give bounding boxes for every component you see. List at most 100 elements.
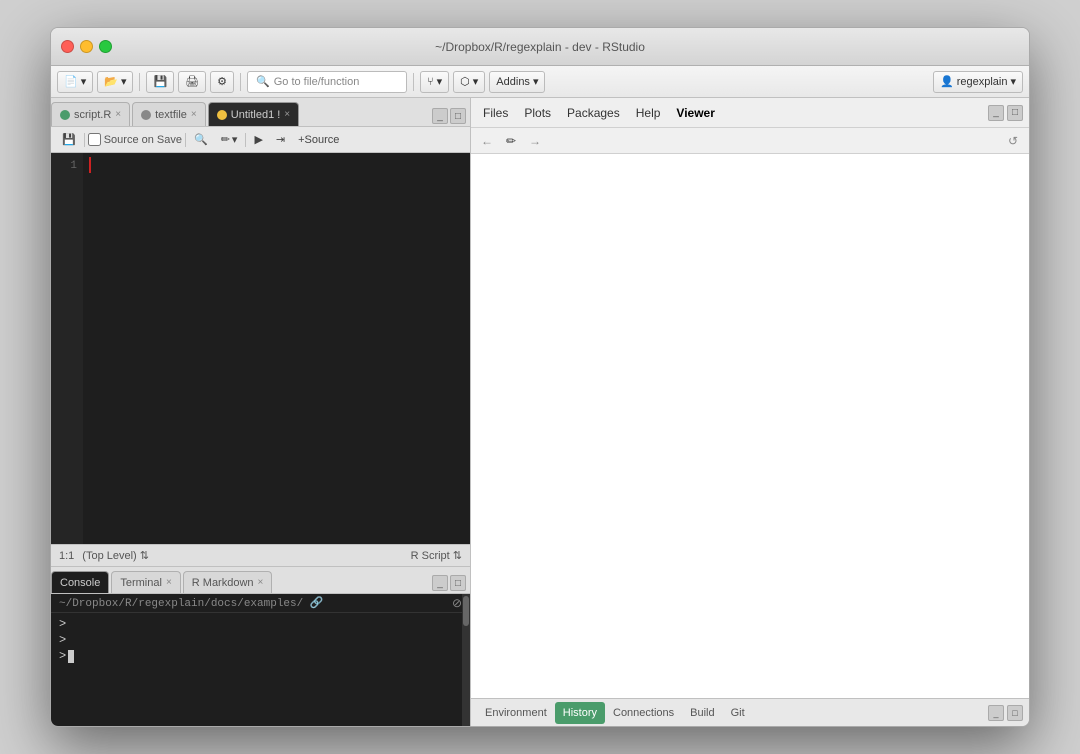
console-path-text[interactable]: ~/Dropbox/R/regexplain/docs/examples/ — [59, 598, 303, 610]
tab-console[interactable]: Console — [51, 571, 109, 593]
console-clear-button[interactable]: ⊘ — [452, 596, 462, 610]
console-minimize-button[interactable]: _ — [432, 575, 448, 591]
open-file-button[interactable]: 📂 ▾ — [97, 71, 133, 93]
tab-close-textfile[interactable]: × — [191, 110, 197, 120]
open-file-icon: 📂 — [104, 75, 118, 88]
addins-button[interactable]: Addins ▾ — [489, 71, 545, 93]
tab-untitled1[interactable]: Untitled1 ! × — [208, 102, 299, 126]
code-tools-button[interactable]: ✏ ▾ — [216, 130, 243, 150]
tab-close-script-r[interactable]: × — [115, 110, 121, 120]
console-prompt-2: > — [59, 633, 462, 647]
tab-close-untitled1[interactable]: × — [284, 110, 290, 120]
code-tools-arrow: ▾ — [232, 133, 238, 146]
git-button[interactable]: ⑂ ▾ — [420, 71, 449, 93]
right-pane-expand-button[interactable]: □ — [1007, 105, 1023, 121]
find-button[interactable]: 🔍 — [189, 130, 213, 150]
minimize-button[interactable] — [80, 40, 93, 53]
find-icon: 🔍 — [194, 133, 208, 146]
profile-button[interactable]: 👤 regexplain ▾ — [933, 71, 1023, 93]
tab-history-label: History — [563, 707, 597, 719]
source-on-save-container: Source on Save — [88, 133, 182, 146]
tab-close-rmarkdown[interactable]: × — [258, 578, 264, 588]
code-content[interactable] — [83, 153, 470, 544]
code-tools-icon: ✏ — [221, 133, 230, 146]
save-button[interactable]: 💾 — [146, 71, 174, 93]
tab-close-terminal[interactable]: × — [166, 578, 172, 588]
tab-script-r[interactable]: script.R × — [51, 102, 130, 126]
goto-search-icon: 🔍 — [256, 75, 270, 88]
viewer-edit-button[interactable]: ✏ — [501, 131, 521, 151]
tab-git[interactable]: Git — [723, 702, 753, 724]
source-on-save-checkbox[interactable] — [88, 133, 101, 146]
git-arrow: ▾ — [437, 75, 443, 88]
console-content[interactable]: ~/Dropbox/R/regexplain/docs/examples/ 🔗 … — [51, 594, 470, 726]
tab-terminal[interactable]: Terminal × — [111, 571, 180, 593]
new-file-button[interactable]: 📄 ▾ — [57, 71, 93, 93]
tab-expand-button[interactable]: □ — [450, 108, 466, 124]
menu-files[interactable]: Files — [477, 104, 514, 122]
tab-history[interactable]: History — [555, 702, 605, 724]
close-button[interactable] — [61, 40, 74, 53]
tab-label-textfile: textfile — [155, 109, 187, 121]
tabs-right-buttons: _ □ — [432, 108, 470, 126]
print-button[interactable]: 🖨 — [178, 71, 206, 93]
bottom-right-tabs: Environment History Connections Build Gi… — [471, 698, 1029, 726]
console-scrollbar[interactable] — [462, 594, 470, 726]
tab-rmarkdown[interactable]: R Markdown × — [183, 571, 273, 593]
print-icon: 🖨 — [185, 75, 199, 88]
right-menu-bar: Files Plots Packages Help Viewer _ □ — [471, 98, 1029, 128]
prompt-char-1: > — [59, 617, 66, 631]
tab-terminal-label: Terminal — [120, 577, 162, 589]
viewer-forward-button[interactable]: → — [525, 131, 545, 151]
tab-icon-txt — [141, 110, 151, 120]
project-icon: ⬡ — [460, 75, 470, 88]
editor-toolbar: 💾 Source on Save 🔍 ✏ ▾ — [51, 127, 470, 153]
console-expand-button[interactable]: □ — [450, 575, 466, 591]
source-button[interactable]: +Source — [293, 130, 344, 150]
project-button[interactable]: ⬡ ▾ — [453, 71, 485, 93]
menu-plots[interactable]: Plots — [518, 104, 557, 122]
tab-connections[interactable]: Connections — [605, 702, 682, 724]
viewer-back-button[interactable]: ← — [477, 131, 497, 151]
run-next-icon: ⇥ — [276, 133, 285, 146]
scope-indicator[interactable]: (Top Level) ⇅ — [82, 549, 149, 562]
console-prompt-3: > — [59, 649, 462, 663]
code-editor[interactable]: 1 — [51, 153, 470, 544]
console-prompt-1: > — [59, 617, 462, 631]
menu-packages[interactable]: Packages — [561, 104, 626, 122]
bottom-right-minimize-button[interactable]: _ — [988, 705, 1004, 721]
editor-toolbar-sep3 — [245, 133, 246, 147]
console-path-bar: ~/Dropbox/R/regexplain/docs/examples/ 🔗 … — [51, 594, 470, 613]
tab-environment[interactable]: Environment — [477, 702, 555, 724]
profile-avatar: 👤 — [940, 75, 954, 88]
tab-minimize-button[interactable]: _ — [432, 108, 448, 124]
console-body[interactable]: > > > — [51, 613, 470, 726]
run-button[interactable]: ▶ — [249, 130, 267, 150]
right-pane-minimize-button[interactable]: _ — [988, 105, 1004, 121]
addins-arrow: ▾ — [533, 75, 539, 88]
new-file-arrow: ▾ — [81, 75, 87, 88]
viewer-refresh-button[interactable]: ↺ — [1003, 131, 1023, 151]
console-area: Console Terminal × R Markdown × _ □ — [51, 566, 470, 726]
menu-help[interactable]: Help — [630, 104, 667, 122]
profile-label: regexplain — [957, 76, 1008, 88]
maximize-button[interactable] — [99, 40, 112, 53]
profile-arrow: ▾ — [1010, 75, 1016, 88]
save-file-button[interactable]: 💾 — [57, 130, 81, 150]
run-next-button[interactable]: ⇥ — [271, 130, 290, 150]
source-label: +Source — [298, 134, 339, 146]
right-pane: Files Plots Packages Help Viewer _ □ ← ✏ — [471, 98, 1029, 726]
rstudio-window: ~/Dropbox/R/regexplain - dev - RStudio 📄… — [50, 27, 1030, 727]
toolbar-separator-1 — [139, 73, 140, 91]
file-type[interactable]: R Script ⇅ — [411, 549, 462, 562]
tab-textfile[interactable]: textfile × — [132, 102, 206, 126]
editor-toolbar-sep1 — [84, 133, 85, 147]
tab-build[interactable]: Build — [682, 702, 722, 724]
goto-file-input[interactable]: 🔍 Go to file/function — [247, 71, 407, 93]
bottom-right-expand-button[interactable]: □ — [1007, 705, 1023, 721]
menu-viewer[interactable]: Viewer — [670, 104, 720, 122]
console-scrollbar-thumb — [463, 596, 469, 626]
settings-button[interactable]: ⚙ — [210, 71, 234, 93]
viewer-content — [471, 154, 1029, 698]
line-number-1: 1 — [70, 157, 77, 175]
